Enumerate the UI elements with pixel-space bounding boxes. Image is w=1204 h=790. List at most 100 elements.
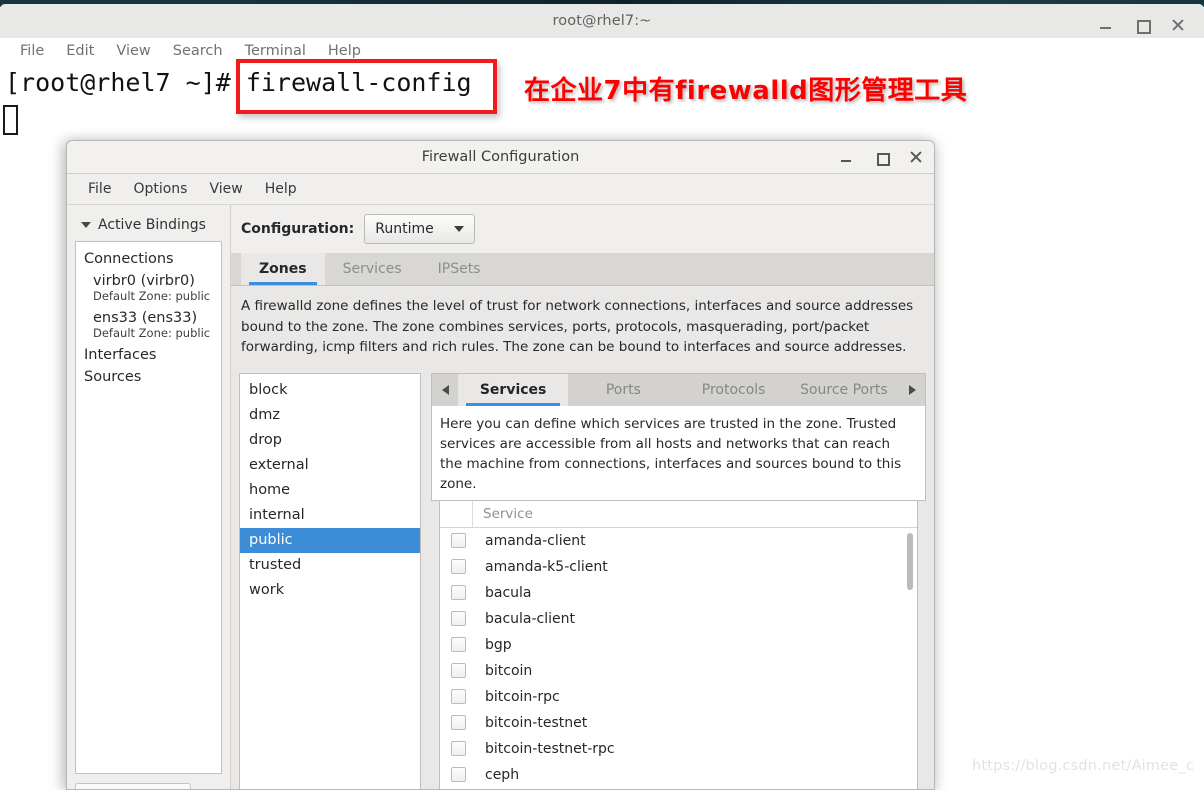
service-checkbox[interactable]	[451, 689, 466, 704]
zone-item-drop[interactable]: drop	[240, 428, 420, 453]
bindings-group-interfaces[interactable]: Interfaces	[76, 344, 221, 366]
annotation-text: 在企业7中有firewalld图形管理工具	[524, 70, 967, 107]
command-highlight-box	[236, 59, 497, 114]
tabs-scroll-left-button[interactable]	[432, 374, 458, 406]
zone-item-dmz[interactable]: dmz	[240, 403, 420, 428]
bindings-list[interactable]: Connections virbr0 (virbr0) Default Zone…	[75, 241, 222, 774]
firewall-menu-options[interactable]: Options	[122, 181, 198, 197]
tab-services[interactable]: Services	[325, 253, 420, 285]
table-row[interactable]: bacula	[440, 580, 917, 606]
service-name: bitcoin-testnet-rpc	[485, 741, 615, 757]
firewall-window-title: Firewall Configuration	[422, 149, 580, 165]
zone-item-public[interactable]: public	[240, 528, 420, 553]
service-checkbox[interactable]	[451, 637, 466, 652]
zone-list[interactable]: block dmz drop external home internal pu…	[239, 373, 421, 790]
terminal-menubar: File Edit View Search Terminal Help	[0, 38, 1204, 64]
terminal-menu-search[interactable]: Search	[162, 43, 234, 59]
service-checkbox[interactable]	[451, 741, 466, 756]
terminal-menu-help[interactable]: Help	[317, 43, 372, 59]
service-checkbox[interactable]	[451, 715, 466, 730]
services-table[interactable]: Service amanda-client amanda-k5-client	[439, 501, 918, 790]
service-checkbox[interactable]	[451, 767, 466, 782]
maximize-icon[interactable]	[1134, 17, 1150, 33]
service-checkbox[interactable]	[451, 559, 466, 574]
tab-zones[interactable]: Zones	[241, 253, 325, 285]
table-row[interactable]: ceph	[440, 762, 917, 788]
configuration-label: Configuration:	[241, 221, 354, 237]
firewall-close-icon[interactable]	[909, 150, 924, 165]
subtab-ports[interactable]: Ports	[568, 374, 678, 406]
bindings-group-connections[interactable]: Connections	[76, 248, 221, 270]
active-bindings-label: Active Bindings	[98, 217, 206, 233]
chevron-left-icon	[442, 385, 449, 395]
subtab-protocols[interactable]: Protocols	[679, 374, 789, 406]
firewall-main-area: Active Bindings Connections virbr0 (virb…	[67, 205, 934, 790]
tab-zones-label: Zones	[259, 261, 307, 277]
firewall-content-pane: Configuration: Runtime Zones Services IP…	[231, 205, 934, 790]
primary-tabs: Zones Services IPSets	[231, 253, 934, 286]
firewall-menubar: File Options View Help	[67, 174, 934, 205]
table-row[interactable]: amanda-client	[440, 528, 917, 554]
services-description-panel: Here you can define which services are t…	[431, 406, 926, 501]
binding-item-ens33[interactable]: ens33 (ens33)	[76, 307, 221, 326]
subtab-services-label: Services	[480, 382, 547, 398]
binding-item-virbr0-zone: Default Zone: public	[76, 289, 221, 307]
table-row[interactable]: bitcoin-testnet-rpc	[440, 736, 917, 762]
active-bindings-header[interactable]: Active Bindings	[75, 213, 222, 241]
table-row[interactable]: bitcoin	[440, 658, 917, 684]
zone-item-external[interactable]: external	[240, 453, 420, 478]
service-checkbox[interactable]	[451, 585, 466, 600]
zone-item-trusted[interactable]: trusted	[240, 553, 420, 578]
chevron-down-icon	[454, 226, 464, 232]
zone-item-block[interactable]: block	[240, 378, 420, 403]
table-row[interactable]: bitcoin-testnet	[440, 710, 917, 736]
zone-item-home[interactable]: home	[240, 478, 420, 503]
close-icon[interactable]	[1170, 17, 1186, 33]
firewall-menu-view[interactable]: View	[198, 181, 253, 197]
tab-ipsets[interactable]: IPSets	[420, 253, 499, 285]
services-table-header: Service	[440, 501, 917, 528]
services-description-text: Here you can define which services are t…	[440, 414, 915, 494]
tab-ipsets-label: IPSets	[438, 261, 481, 277]
terminal-menu-edit[interactable]: Edit	[55, 43, 105, 59]
service-checkbox[interactable]	[451, 533, 466, 548]
table-row[interactable]: bacula-client	[440, 606, 917, 632]
services-checkbox-column-header	[440, 501, 473, 527]
bindings-group-sources[interactable]: Sources	[76, 366, 221, 388]
zones-description-text: A firewalld zone defines the level of tr…	[241, 296, 926, 358]
services-scrollbar[interactable]	[907, 533, 913, 590]
binding-item-ens33-zone: Default Zone: public	[76, 326, 221, 344]
tab-services-label: Services	[343, 261, 402, 277]
configuration-select[interactable]: Runtime	[364, 214, 474, 244]
zones-description-panel: A firewalld zone defines the level of tr…	[231, 286, 934, 367]
minimize-icon[interactable]	[1098, 17, 1114, 33]
subtab-source-ports[interactable]: Source Ports	[789, 374, 899, 406]
zone-item-work[interactable]: work	[240, 578, 420, 603]
subtab-services[interactable]: Services	[458, 374, 568, 406]
terminal-menu-file[interactable]: File	[9, 43, 55, 59]
table-row[interactable]: amanda-k5-client	[440, 554, 917, 580]
binding-item-virbr0[interactable]: virbr0 (virbr0)	[76, 270, 221, 289]
table-row[interactable]: bitcoin-rpc	[440, 684, 917, 710]
subtab-protocols-label: Protocols	[702, 382, 766, 398]
service-checkbox[interactable]	[451, 663, 466, 678]
firewall-menu-file[interactable]: File	[77, 181, 122, 197]
firewall-menu-help[interactable]: Help	[254, 181, 308, 197]
zone-item-internal[interactable]: internal	[240, 503, 420, 528]
tabs-scroll-right-button[interactable]	[899, 374, 925, 406]
terminal-menu-view[interactable]: View	[105, 43, 161, 59]
service-checkbox[interactable]	[451, 611, 466, 626]
table-row[interactable]: bgp	[440, 632, 917, 658]
zone-detail-tabs: Services Ports Protocols Source Ports	[431, 373, 926, 406]
services-rows: amanda-client amanda-k5-client bacula	[440, 528, 917, 788]
chevron-down-icon	[81, 222, 91, 228]
firewall-maximize-icon[interactable]	[874, 150, 889, 165]
firewall-minimize-icon[interactable]	[839, 150, 854, 165]
change-zone-button[interactable]: Change Zone	[75, 783, 191, 790]
service-name: bacula	[485, 585, 532, 601]
terminal-menu-terminal[interactable]: Terminal	[234, 43, 317, 59]
chevron-right-icon	[909, 385, 916, 395]
zone-detail-panel: Services Ports Protocols Source Ports He…	[431, 373, 926, 790]
terminal-titlebar: root@rhel7:~	[0, 4, 1204, 38]
terminal-title: root@rhel7:~	[553, 13, 652, 29]
